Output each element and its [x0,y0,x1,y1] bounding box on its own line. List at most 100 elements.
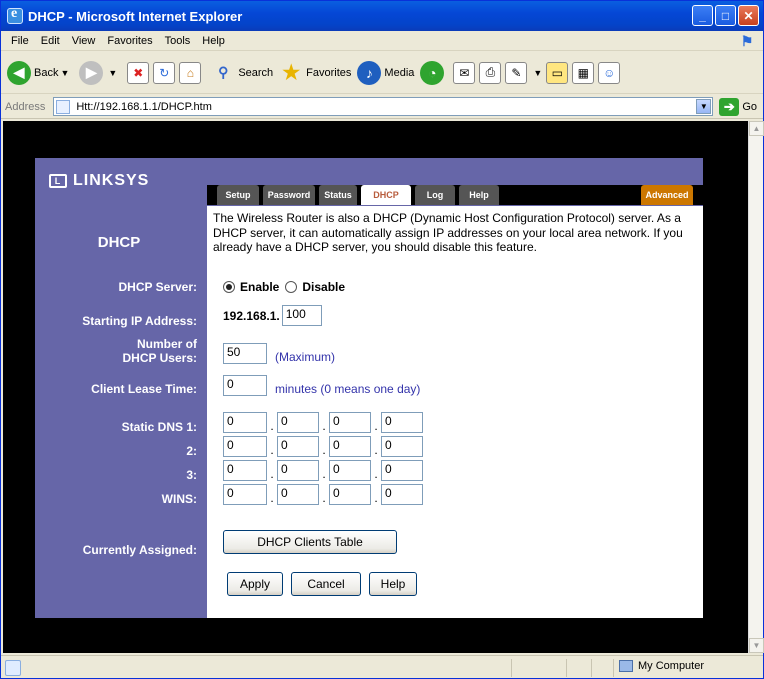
menu-bar: File Edit View Favorites Tools Help [1,31,763,51]
dns2-row: 0. 0. 0. 0 [223,436,423,457]
chevron-down-icon[interactable]: ▼ [108,68,117,78]
page-viewport: L LINKSYS Setup Password Status DHCP Log… [3,121,748,653]
window-title: DHCP - Microsoft Internet Explorer [28,8,243,24]
search-label: Search [238,66,274,79]
tab-status[interactable]: Status [319,185,357,205]
chevron-down-icon[interactable]: ▼ [60,68,69,78]
media-label: Media [384,66,415,79]
cancel-button[interactable]: Cancel [291,572,361,596]
back-button[interactable]: ◀ Back ▼ [7,60,73,85]
chevron-down-icon[interactable]: ▼ [696,99,712,114]
go-button[interactable]: ➔ Go [719,97,758,116]
dns3-octet-3-input[interactable]: 0 [329,460,371,481]
status-divider [613,659,614,677]
scroll-down-icon[interactable]: ▼ [749,638,764,653]
discuss-icon[interactable]: ▭ [546,61,569,84]
menu-file[interactable]: File [5,35,35,47]
dns2-octet-1-input[interactable]: 0 [223,436,267,457]
dhcp-server-label: DHCP Server: [118,280,197,294]
currently-assigned-label: Currently Assigned: [82,543,197,557]
dns2-octet-4-input[interactable]: 0 [381,436,423,457]
dns3-octet-4-input[interactable]: 0 [381,460,423,481]
address-label: Address [5,100,46,113]
close-button[interactable]: ✕ [738,5,759,26]
messenger-icon[interactable]: ☺ [598,61,621,84]
address-input[interactable]: Htt://192.168.1.1/DHCP.htm ▼ [53,97,714,116]
page-status-icon [5,659,21,676]
research-icon[interactable]: ▦ [572,61,595,84]
ip-prefix: 192.168.1. [223,308,280,323]
settings-panel: Enable Disable 192.168.1. 100 50 (Maximu… [207,260,703,618]
ie-icon [7,6,23,24]
maximize-button[interactable]: □ [715,5,736,26]
go-label: Go [742,100,758,113]
back-arrow-icon: ◀ [7,60,31,85]
menu-view[interactable]: View [66,35,102,47]
search-button[interactable]: ⚲ Search [211,61,273,85]
dhcp-clients-table-button[interactable]: DHCP Clients Table [223,530,397,554]
lease-time-label: Client Lease Time: [91,382,197,396]
wins-label: WINS: [161,492,197,506]
help-button[interactable]: Help [369,572,417,596]
wins-octet-4-input[interactable]: 0 [381,484,423,505]
browser-window: DHCP - Microsoft Internet Explorer _ □ ✕… [0,0,764,679]
title-bar: DHCP - Microsoft Internet Explorer _ □ ✕ [1,1,763,31]
menu-tools[interactable]: Tools [159,35,197,47]
tab-setup[interactable]: Setup [217,185,259,205]
linksys-mark-icon: L [49,174,67,188]
vertical-scrollbar[interactable]: ▲ ▼ [748,121,764,653]
tab-help[interactable]: Help [459,185,499,205]
status-bar: My Computer [1,655,763,679]
wins-octet-2-input[interactable]: 0 [277,484,319,505]
num-users-input[interactable]: 50 [223,342,267,364]
status-divider [591,659,592,677]
apply-button[interactable]: Apply [227,572,283,596]
edit-icon[interactable]: ✎ [505,61,528,84]
label-column: DHCP Server: Starting IP Address: Number… [35,260,207,618]
security-zone: My Computer [619,660,704,672]
home-icon[interactable]: ⌂ [179,61,202,84]
lease-time-input[interactable]: 0 [223,374,267,396]
dns3-octet-1-input[interactable]: 0 [223,460,267,481]
media-button[interactable]: ♪ Media [357,60,415,85]
minimize-button[interactable]: _ [692,5,713,26]
dns2-octet-2-input[interactable]: 0 [277,436,319,457]
status-divider [566,659,567,677]
menu-edit[interactable]: Edit [35,35,66,47]
forward-button[interactable]: ▶ ▼ [79,60,121,85]
dns3-octet-2-input[interactable]: 0 [277,460,319,481]
tab-log[interactable]: Log [415,185,455,205]
dns1-label: Static DNS 1: [121,420,197,434]
starting-ip-row: 192.168.1. 100 [223,305,322,326]
stop-icon[interactable]: ✖ [127,61,150,84]
history-icon[interactable]: ◔ [420,60,445,85]
dns2-octet-3-input[interactable]: 0 [329,436,371,457]
print-icon[interactable]: ⎙ [479,61,502,84]
tab-advanced[interactable]: Advanced [641,185,693,205]
forward-arrow-icon: ▶ [79,60,104,85]
favorites-button[interactable]: ★ Favorites [279,61,351,85]
dns1-row: 0. 0. 0. 0 [223,412,423,433]
wins-octet-3-input[interactable]: 0 [329,484,371,505]
enable-radio[interactable] [223,281,235,293]
chevron-down-icon[interactable]: ▼ [533,68,542,78]
menu-help[interactable]: Help [196,35,231,47]
refresh-icon[interactable]: ↻ [153,61,176,84]
address-url: Htt://192.168.1.1/DHCP.htm [76,100,212,113]
wins-octet-1-input[interactable]: 0 [223,484,267,505]
dns1-octet-4-input[interactable]: 0 [381,412,423,433]
menu-favorites[interactable]: Favorites [101,35,158,47]
wins-row: 0. 0. 0. 0 [223,484,423,505]
dns1-octet-3-input[interactable]: 0 [329,412,371,433]
mail-icon[interactable]: ✉ [453,61,476,84]
disable-radio[interactable] [285,281,298,293]
tab-dhcp[interactable]: DHCP [361,185,411,205]
enable-label: Enable [240,280,280,294]
scroll-up-icon[interactable]: ▲ [749,121,764,136]
tab-password[interactable]: Password [263,185,315,205]
dns1-octet-1-input[interactable]: 0 [223,412,267,433]
num-users-label-2: DHCP Users: [122,351,197,365]
lease-time-row: 0 minutes (0 means one day) [223,374,420,396]
starting-ip-last-octet-input[interactable]: 100 [281,305,322,326]
dns1-octet-2-input[interactable]: 0 [277,412,319,433]
